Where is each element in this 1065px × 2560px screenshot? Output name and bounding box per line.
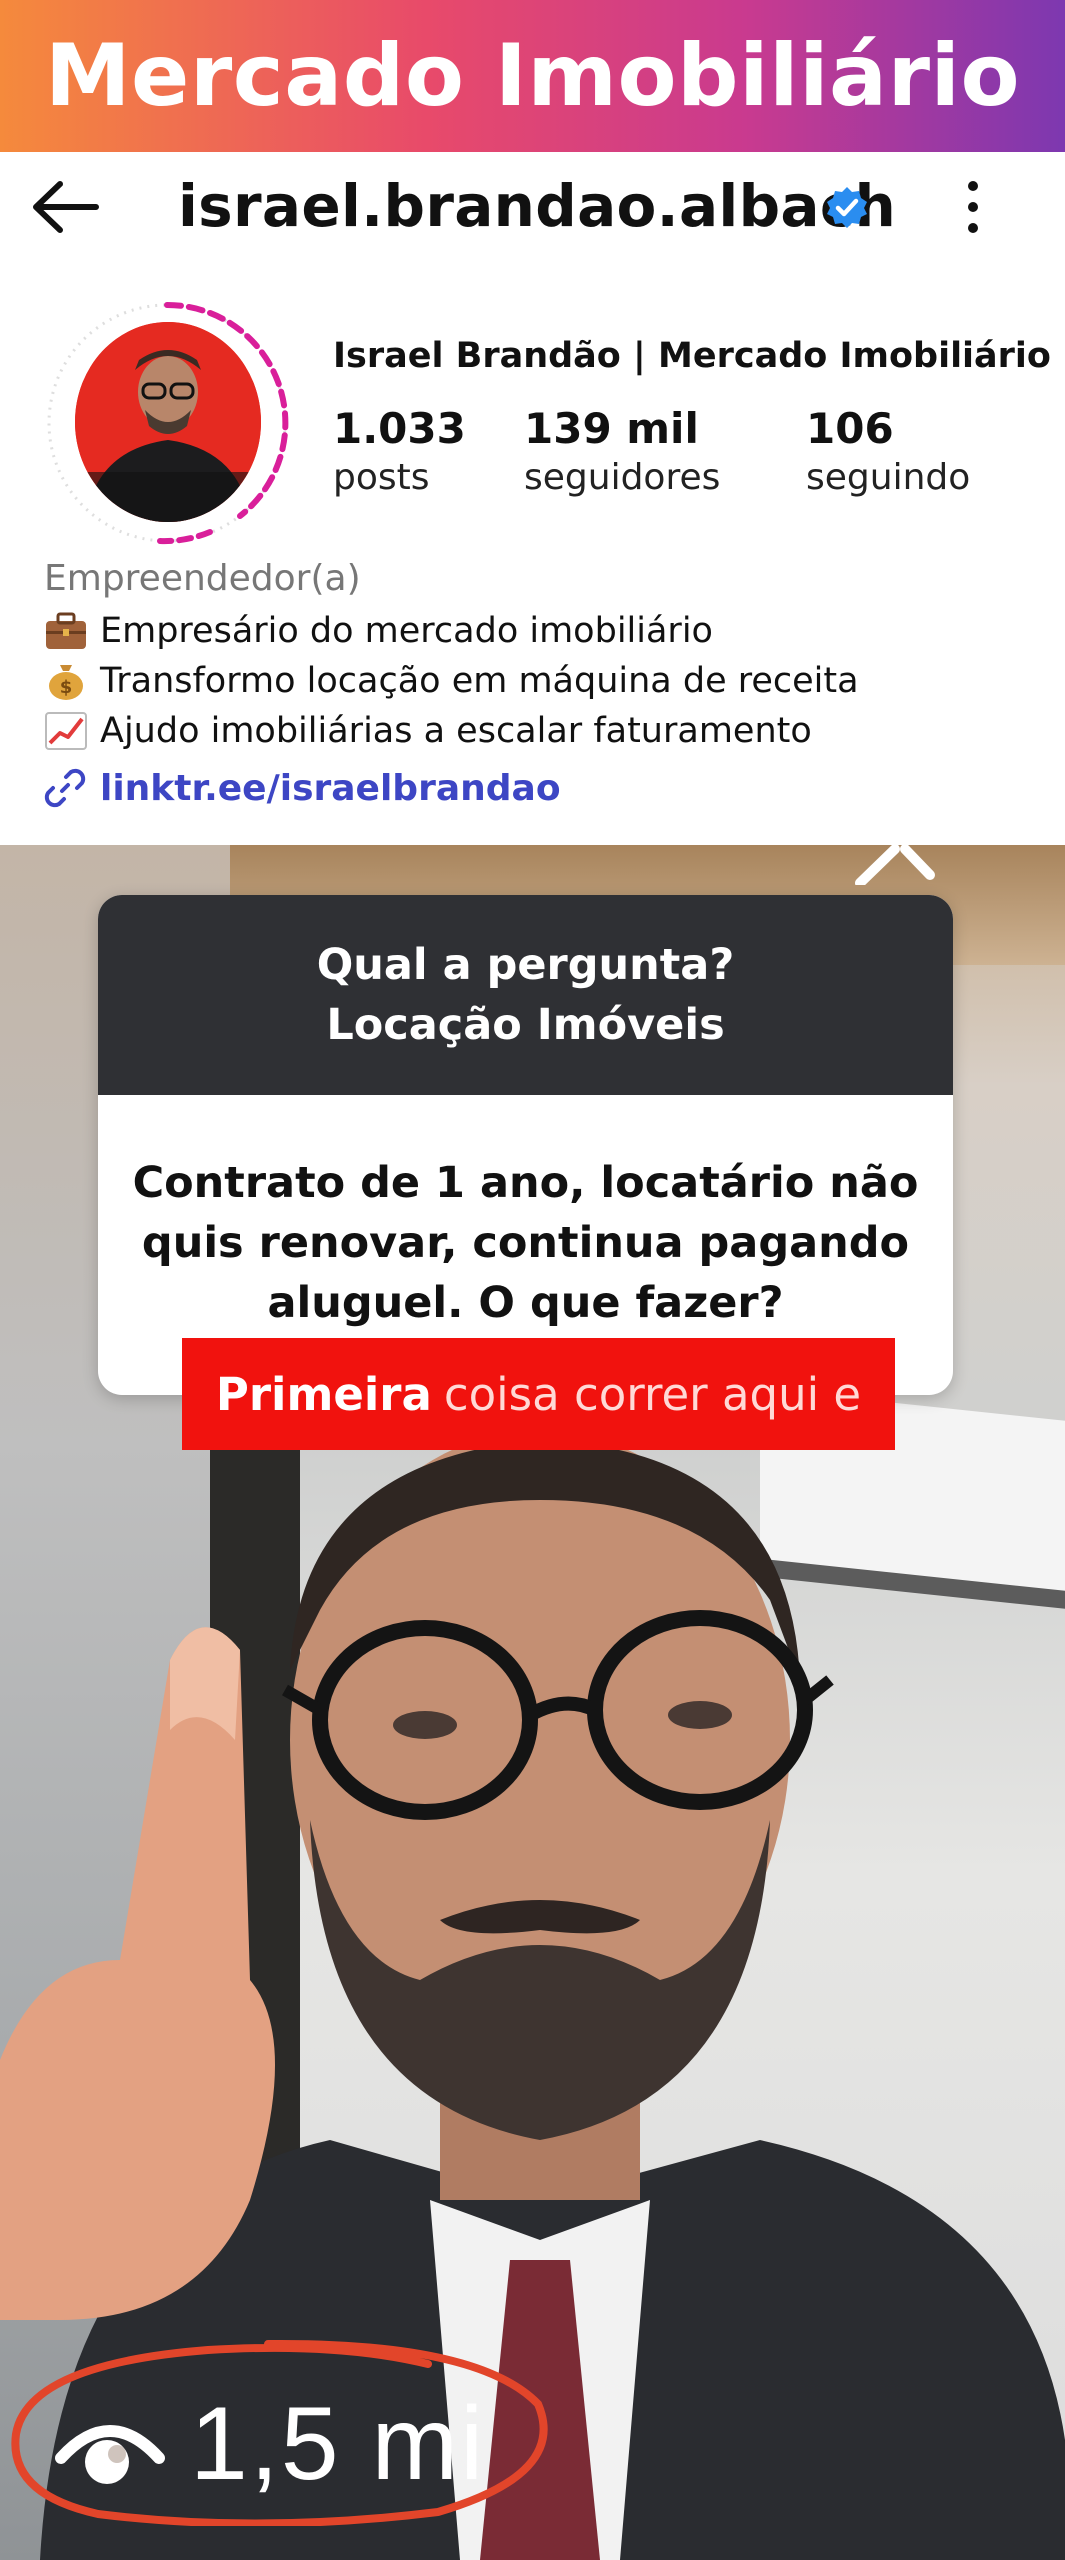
stat-value: 139 mil — [524, 404, 699, 453]
back-arrow-icon[interactable] — [30, 180, 100, 234]
bio-link-text: linktr.ee/israelbrandao — [100, 767, 561, 809]
question-sticker: Qual a pergunta? Locação Imóveis Contrat… — [98, 895, 953, 1395]
bio-link[interactable]: linktr.ee/israelbrandao — [44, 760, 1044, 816]
verified-badge-icon — [827, 187, 867, 228]
bio-line: Ajudo imobiliárias a escalar faturamento — [44, 706, 1044, 756]
question-text-line: aluguel. O que fazer? — [267, 1278, 784, 1328]
profile-header-bar: israel.brandao.albach — [0, 152, 1065, 262]
video-caption: Primeira coisa correr aqui e — [182, 1338, 895, 1450]
avatar-photo — [75, 322, 261, 522]
money-bag-icon: $ — [49, 665, 83, 700]
followers-count[interactable]: 139 mil seguidores — [524, 404, 720, 498]
stat-label: seguidores — [524, 457, 721, 498]
caption-rest: coisa correr aqui e — [443, 1367, 862, 1421]
stat-label: posts — [333, 457, 430, 498]
more-options-icon[interactable] — [958, 172, 988, 242]
bio-line-text: Empresário do mercado imobiliário — [100, 611, 713, 651]
title-banner: Mercado Imobiliário — [0, 0, 1065, 152]
bio-line-text: Ajudo imobiliárias a escalar faturamento — [100, 711, 812, 751]
sticker-close-icon — [855, 845, 935, 885]
stat-value: 1.033 — [333, 404, 466, 453]
views-eye-icon — [55, 2425, 165, 2484]
profile-avatar[interactable] — [40, 296, 294, 550]
profile-bio: Empreendedor(a) Empresário do mercado im… — [44, 558, 1044, 816]
stat-value: 106 — [806, 404, 894, 453]
link-icon — [44, 768, 86, 808]
profile-username: israel.brandao.albach — [178, 172, 897, 240]
question-text-line: Contrato de 1 ano, locatário não — [132, 1158, 919, 1208]
question-text-line: quis renovar, continua pagando — [141, 1218, 910, 1268]
question-sticker-header: Qual a pergunta? Locação Imóveis — [98, 895, 953, 1095]
briefcase-icon — [46, 612, 86, 649]
stat-label: seguindo — [806, 457, 971, 498]
profile-full-name: Israel Brandão | Mercado Imobiliário — [333, 336, 1051, 376]
question-title: Qual a pergunta? — [316, 940, 735, 990]
bio-line-text: Transformo locação em máquina de receita — [100, 661, 859, 701]
banner-title: Mercado Imobiliário — [44, 26, 1021, 126]
question-subtitle: Locação Imóveis — [326, 1000, 725, 1050]
svg-text:$: $ — [60, 677, 73, 698]
bio-line: Empresário do mercado imobiliário — [44, 606, 1044, 656]
profile-category: Empreendedor(a) — [44, 558, 361, 599]
caption-highlight: Primeira — [215, 1367, 432, 1421]
following-count[interactable]: 106 seguindo — [806, 404, 970, 498]
bio-line: $ Transformo locação em máquina de recei… — [44, 656, 1044, 706]
chart-increasing-icon — [45, 712, 87, 750]
posts-count[interactable]: 1.033 posts — [333, 404, 466, 498]
views-count: 1,5 mi — [190, 2386, 486, 2502]
